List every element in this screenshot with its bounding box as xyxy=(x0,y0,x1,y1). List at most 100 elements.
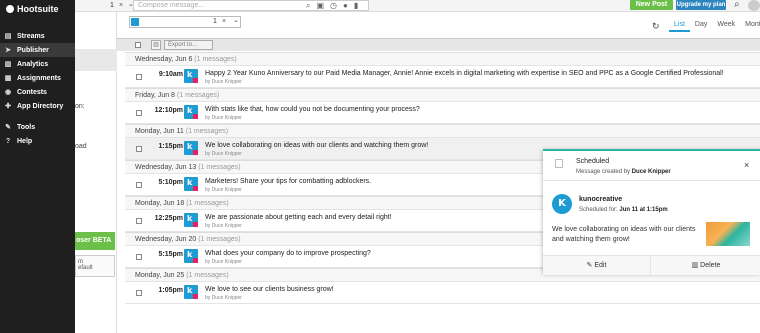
image-icon[interactable]: ▣ xyxy=(316,0,324,11)
popup-title: Scheduled xyxy=(576,158,610,165)
sidebar-item-label: Streams xyxy=(17,32,45,40)
hootsuite-logo[interactable]: Hootsuite xyxy=(6,4,59,14)
sidebar-item-publisher[interactable]: ➤ Publisher xyxy=(0,43,75,57)
view-tabs: List Day Week Month xyxy=(669,21,760,32)
tab-day[interactable]: Day xyxy=(690,21,712,32)
message-row[interactable]: 1:05pm We love to see our clients busine… xyxy=(125,282,760,304)
assignments-icon: ▦ xyxy=(4,75,12,82)
sidebar-item-app-directory[interactable]: ✚ App Directory xyxy=(0,99,75,113)
chevron-down-icon[interactable]: ⌄ xyxy=(233,16,239,26)
message-checkbox[interactable] xyxy=(136,290,142,296)
upgrade-plan-button[interactable]: Upgrade my plan xyxy=(676,0,726,10)
scheduled-for: Scheduled for: Jun 11 at 1:15pm xyxy=(579,207,668,213)
account-count: 1 xyxy=(110,2,114,9)
message-count: (1 messages) xyxy=(185,128,229,135)
export-dropdown[interactable]: Export to... xyxy=(164,40,213,50)
message-count: (1 messages) xyxy=(194,56,237,63)
day-date: Wednesday, Jun 13 xyxy=(135,164,197,171)
clear-accounts-icon[interactable]: × xyxy=(222,17,226,27)
message-time: 12:25pm xyxy=(154,215,183,222)
attached-image-thumbnail[interactable] xyxy=(706,222,750,246)
tab-month[interactable]: Month xyxy=(740,21,760,32)
account-selector[interactable]: 1 × ⌄ xyxy=(76,0,134,11)
brand-avatar: K xyxy=(552,194,572,214)
popup-message-body: We love collaborating on ideas with our … xyxy=(552,226,696,243)
account-avatar xyxy=(184,285,198,299)
account-count: 1 xyxy=(213,18,217,25)
day-header: Wednesday, Jun 6 (1 messages) xyxy=(125,52,760,66)
sidebar-item-help[interactable]: ? Help xyxy=(0,134,75,148)
location-icon[interactable]: ● xyxy=(343,0,348,11)
account-avatar xyxy=(184,177,198,191)
publisher-side-panel: on: oad oser BETA m efault xyxy=(75,12,117,333)
account-avatar xyxy=(184,249,198,263)
panel-box-line: efault xyxy=(78,265,93,271)
message-checkbox[interactable] xyxy=(136,146,142,152)
popup-footer: ✎ Edit ▥ Delete xyxy=(543,255,760,276)
message-author: by Duce Knipper xyxy=(205,79,242,85)
day-group: Wednesday, Jun 6 (1 messages) 9:10am Hap… xyxy=(125,52,760,88)
select-all-checkbox[interactable] xyxy=(135,42,141,48)
sidebar-item-label: Publisher xyxy=(17,46,49,54)
app-directory-icon: ✚ xyxy=(5,103,11,110)
sidebar-item-label: Help xyxy=(17,137,33,145)
contests-icon: ◉ xyxy=(4,89,12,96)
message-checkbox[interactable] xyxy=(136,254,142,260)
message-text: With stats like that, how could you not … xyxy=(205,106,420,113)
search-icon[interactable]: ⌕ xyxy=(734,0,740,10)
panel-highlight[interactable] xyxy=(75,49,117,71)
message-count: (1 messages) xyxy=(198,236,241,243)
lock-icon[interactable]: ▮ xyxy=(354,0,358,11)
user-avatar[interactable] xyxy=(748,0,760,11)
tab-list[interactable]: List xyxy=(669,21,690,32)
trash-icon[interactable]: ▥ xyxy=(151,40,161,50)
sidebar-item-contests[interactable]: ◉ Contests xyxy=(0,85,75,99)
delete-button[interactable]: ▥ Delete xyxy=(652,256,760,276)
trash-icon: ▥ xyxy=(691,262,699,269)
brand-name: kunocreative xyxy=(579,196,623,203)
sidebar-item-assignments[interactable]: ▦ Assignments xyxy=(0,71,75,85)
message-checkbox[interactable] xyxy=(136,74,142,80)
message-text: What does your company do to improve pro… xyxy=(205,250,371,257)
stream-account-selector[interactable]: 1 × ⌄ xyxy=(129,16,241,28)
message-count: (1 messages) xyxy=(176,92,220,99)
filter-bar: 1 × ⌄ ↻ List Day Week Month xyxy=(117,12,760,36)
clear-accounts-icon[interactable]: × xyxy=(119,0,123,11)
message-row[interactable]: 9:10am Happy 2 Year Kuno Anniversary to … xyxy=(125,66,760,88)
message-checkbox[interactable] xyxy=(136,182,142,188)
close-icon[interactable]: × xyxy=(744,160,749,170)
panel-box[interactable]: m efault xyxy=(75,255,115,277)
panel-text-fragment: on: xyxy=(75,103,85,110)
new-post-button[interactable]: New Post xyxy=(630,0,673,10)
day-date: Monday, Jun 25 xyxy=(135,272,185,279)
account-avatar xyxy=(184,69,198,83)
message-count: (1 messages) xyxy=(186,272,229,279)
composer-beta-button[interactable]: oser BETA xyxy=(75,232,115,250)
day-date: Friday, Jun 8 xyxy=(135,92,175,99)
message-row[interactable]: 12:10pm With stats like that, how could … xyxy=(125,102,760,124)
edit-button[interactable]: ✎ Edit xyxy=(543,256,651,276)
message-text: We love collaborating on ideas with our … xyxy=(205,142,429,149)
sidebar-item-analytics[interactable]: ▥ Analytics xyxy=(0,57,75,71)
sidebar-item-tools[interactable]: ✎ Tools xyxy=(0,120,75,134)
sidebar-item-label: Analytics xyxy=(17,60,49,68)
created-prefix: Message created by xyxy=(576,169,632,175)
message-time: 1:15pm xyxy=(158,143,183,150)
day-header: Monday, Jun 11 (1 messages) xyxy=(125,124,760,138)
schedule-icon[interactable]: ◷ xyxy=(330,0,337,11)
popup-header: Scheduled Message created by Duce Knippe… xyxy=(543,151,760,181)
calendar-icon xyxy=(555,159,563,168)
message-author: by Duce Knipper xyxy=(205,259,242,265)
bulk-action-bar: ▥ Export to... xyxy=(117,38,760,51)
scheduled-prefix: Scheduled for: xyxy=(579,207,620,213)
sidebar-item-streams[interactable]: ▤ Streams xyxy=(0,29,75,43)
sidebar-item-label: Tools xyxy=(17,123,36,131)
tab-week[interactable]: Week xyxy=(712,21,740,32)
edit-label: Edit xyxy=(594,262,607,269)
message-text: Marketers! Share your tips for combattin… xyxy=(205,178,372,185)
message-checkbox[interactable] xyxy=(136,110,142,116)
streams-icon: ▤ xyxy=(4,33,12,40)
attach-icon[interactable]: ⌕ xyxy=(306,0,310,11)
message-checkbox[interactable] xyxy=(136,218,142,224)
refresh-icon[interactable]: ↻ xyxy=(652,21,660,32)
